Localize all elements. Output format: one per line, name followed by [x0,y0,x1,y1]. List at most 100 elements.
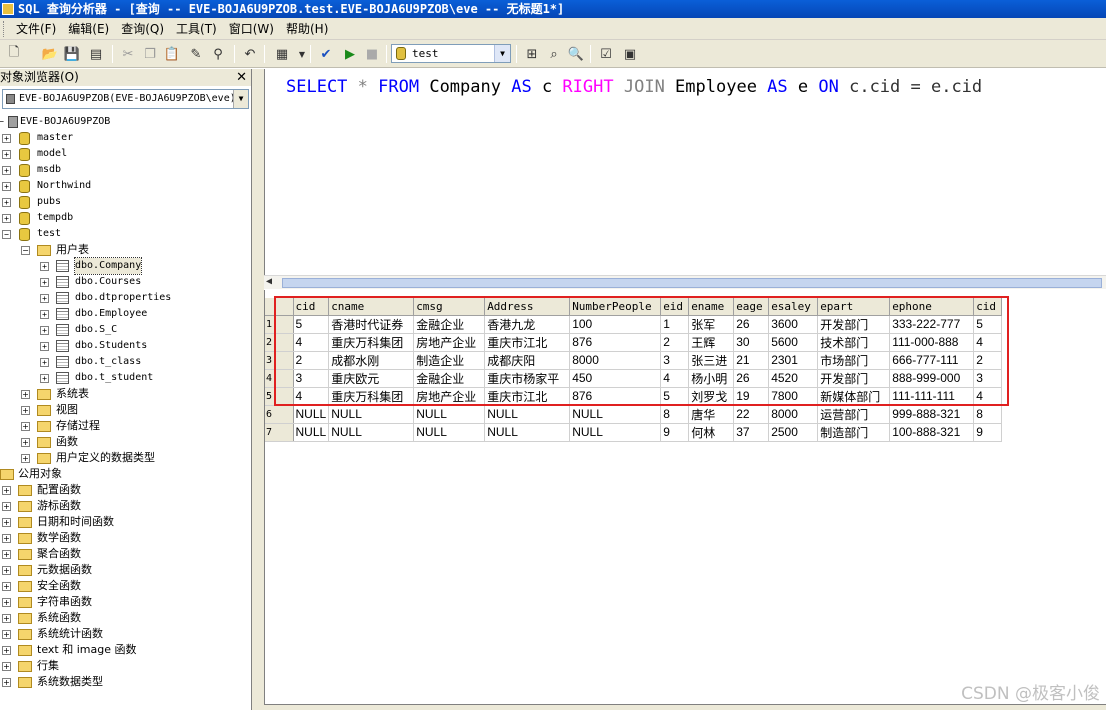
tree-table-employee[interactable]: + dbo.Employee [0,306,250,322]
table-cell[interactable]: 666-777-111 [889,351,975,370]
column-header[interactable]: cname [328,298,415,316]
table-cell[interactable]: 张三进 [688,351,735,370]
table-cell[interactable]: 技术部门 [817,333,891,352]
stop-icon[interactable]: ■ [362,44,382,64]
table-cell[interactable]: 香港九龙 [484,315,571,334]
tree-server[interactable]: − EVE-BOJA6U9PZOB [0,114,250,130]
row-number[interactable]: 3 [265,351,294,370]
tree-folder-stored-procedures[interactable]: + 存储过程 [0,418,250,434]
tree-table-s-c[interactable]: + dbo.S_C [0,322,250,338]
table-cell[interactable]: 450 [569,369,662,388]
tree-table-company[interactable]: + dbo.Company [0,257,250,275]
tree-common-text-image-functions[interactable]: + text 和 image 函数 [0,642,250,658]
tree-folder-functions[interactable]: + 函数 [0,434,250,450]
new-query-icon[interactable]: 🗋 [4,44,24,64]
column-header[interactable]: epart [817,298,891,316]
column-header[interactable]: Address [484,298,571,316]
tree-folder-user-types[interactable]: + 用户定义的数据类型 [0,450,250,466]
table-cell[interactable]: NULL [328,405,415,424]
tree-folder-views[interactable]: + 视图 [0,402,250,418]
copy-icon[interactable]: ❐ [140,44,160,64]
tree-common-config-functions[interactable]: + 配置函数 [0,482,250,498]
results-mode-dropdown-icon[interactable]: ▼ [292,44,312,64]
table-cell[interactable]: NULL [413,423,486,442]
table-cell[interactable]: NULL [484,423,571,442]
table-cell[interactable]: 111-000-888 [889,333,975,352]
row-number[interactable]: 4 [265,369,294,388]
table-cell[interactable]: 重庆市杨家平 [484,369,571,388]
paste-icon[interactable]: 📋 [162,44,182,64]
column-header[interactable]: ephone [889,298,975,316]
table-cell[interactable]: 王辉 [688,333,735,352]
tree-common-system-functions[interactable]: + 系统函数 [0,610,250,626]
table-cell[interactable]: 重庆市江北 [484,387,571,406]
table-cell[interactable]: 888-999-000 [889,369,975,388]
table-cell[interactable]: 8000 [569,351,662,370]
properties-icon[interactable]: ☑ [596,44,616,64]
database-select[interactable]: test ▼ [391,44,511,63]
table-cell[interactable]: 2500 [768,423,819,442]
table-cell[interactable]: 开发部门 [817,369,891,388]
chevron-down-icon[interactable]: ▼ [494,45,510,62]
table-cell[interactable]: 制造企业 [413,351,486,370]
table-cell[interactable]: 房地产企业 [413,387,486,406]
pane-splitter[interactable] [252,69,264,710]
table-cell[interactable]: 4 [293,387,330,406]
table-cell[interactable]: 7800 [768,387,819,406]
table-cell[interactable]: 4 [293,333,330,352]
tree-db-model[interactable]: + model [0,146,250,162]
row-number[interactable]: 7 [265,423,294,442]
table-cell[interactable]: 999-888-321 [889,405,975,424]
table-row[interactable]: 1 5 香港时代证券 金融企业 香港九龙 100 1 张军 26 3600 开发部门 333-222-… [265,315,1003,334]
object-browser-icon[interactable]: ⊞ [522,44,542,64]
table-cell[interactable]: 5 [293,315,330,334]
scroll-thumb[interactable] [282,278,1102,288]
execute-icon[interactable]: ▶ [340,44,360,64]
tree-table-courses[interactable]: + dbo.Courses [0,274,250,290]
object-search-icon[interactable]: ⌕ [544,44,564,64]
table-cell[interactable]: 3 [660,351,690,370]
table-cell[interactable]: 37 [733,423,770,442]
table-cell[interactable]: 19 [733,387,770,406]
table-cell[interactable]: NULL [569,405,662,424]
table-cell[interactable]: NULL [569,423,662,442]
table-cell[interactable]: 重庆万科集团 [328,387,415,406]
column-header[interactable]: eage [733,298,770,316]
tree-table-t-class[interactable]: + dbo.t_class [0,354,250,370]
row-number[interactable]: 2 [265,333,294,352]
grid-corner[interactable] [265,298,294,316]
table-cell[interactable]: 新媒体部门 [817,387,891,406]
save-icon[interactable]: 💾 [62,44,82,64]
tree-common-system-datatypes[interactable]: + 系统数据类型 [0,674,250,690]
table-cell[interactable]: 5 [660,387,690,406]
table-cell[interactable]: 9 [660,423,690,442]
table-cell[interactable]: 重庆市江北 [484,333,571,352]
table-cell[interactable]: NULL [293,423,330,442]
menu-query[interactable]: 查询(Q) [115,18,170,40]
table-cell[interactable]: 8 [973,405,1003,424]
tree-db-tempdb[interactable]: + tempdb [0,210,250,226]
table-cell[interactable]: 杨小明 [688,369,735,388]
table-cell[interactable]: 333-222-777 [889,315,975,334]
table-cell[interactable]: 5 [973,315,1003,334]
column-header[interactable]: eid [660,298,690,316]
column-header[interactable]: NumberPeople [569,298,662,316]
find-icon[interactable]: ⚲ [208,44,228,64]
tree-folder-user-tables[interactable]: − 用户表 [0,242,250,258]
close-icon[interactable]: ✕ [236,69,247,86]
table-cell[interactable]: 4 [973,387,1003,406]
server-combo[interactable]: EVE-BOJA6U9PZOB(EVE-BOJA6U9PZOB\eve) ▼ [2,89,249,109]
menu-tools[interactable]: 工具(T) [170,18,223,40]
table-cell[interactable]: 876 [569,333,662,352]
results-grid[interactable]: cid cname cmsg Address NumberPeople eid … [265,298,1003,442]
table-cell[interactable]: 111-111-111 [889,387,975,406]
tree-db-master[interactable]: + master [0,130,250,146]
table-cell[interactable]: 开发部门 [817,315,891,334]
table-cell[interactable]: 2 [973,351,1003,370]
table-cell[interactable]: NULL [413,405,486,424]
editor-hscrollbar[interactable]: ◀ [264,275,1106,289]
parse-icon[interactable]: ✔ [316,44,336,64]
table-cell[interactable]: 30 [733,333,770,352]
table-cell[interactable]: 2 [293,351,330,370]
column-header[interactable]: esaley [768,298,819,316]
